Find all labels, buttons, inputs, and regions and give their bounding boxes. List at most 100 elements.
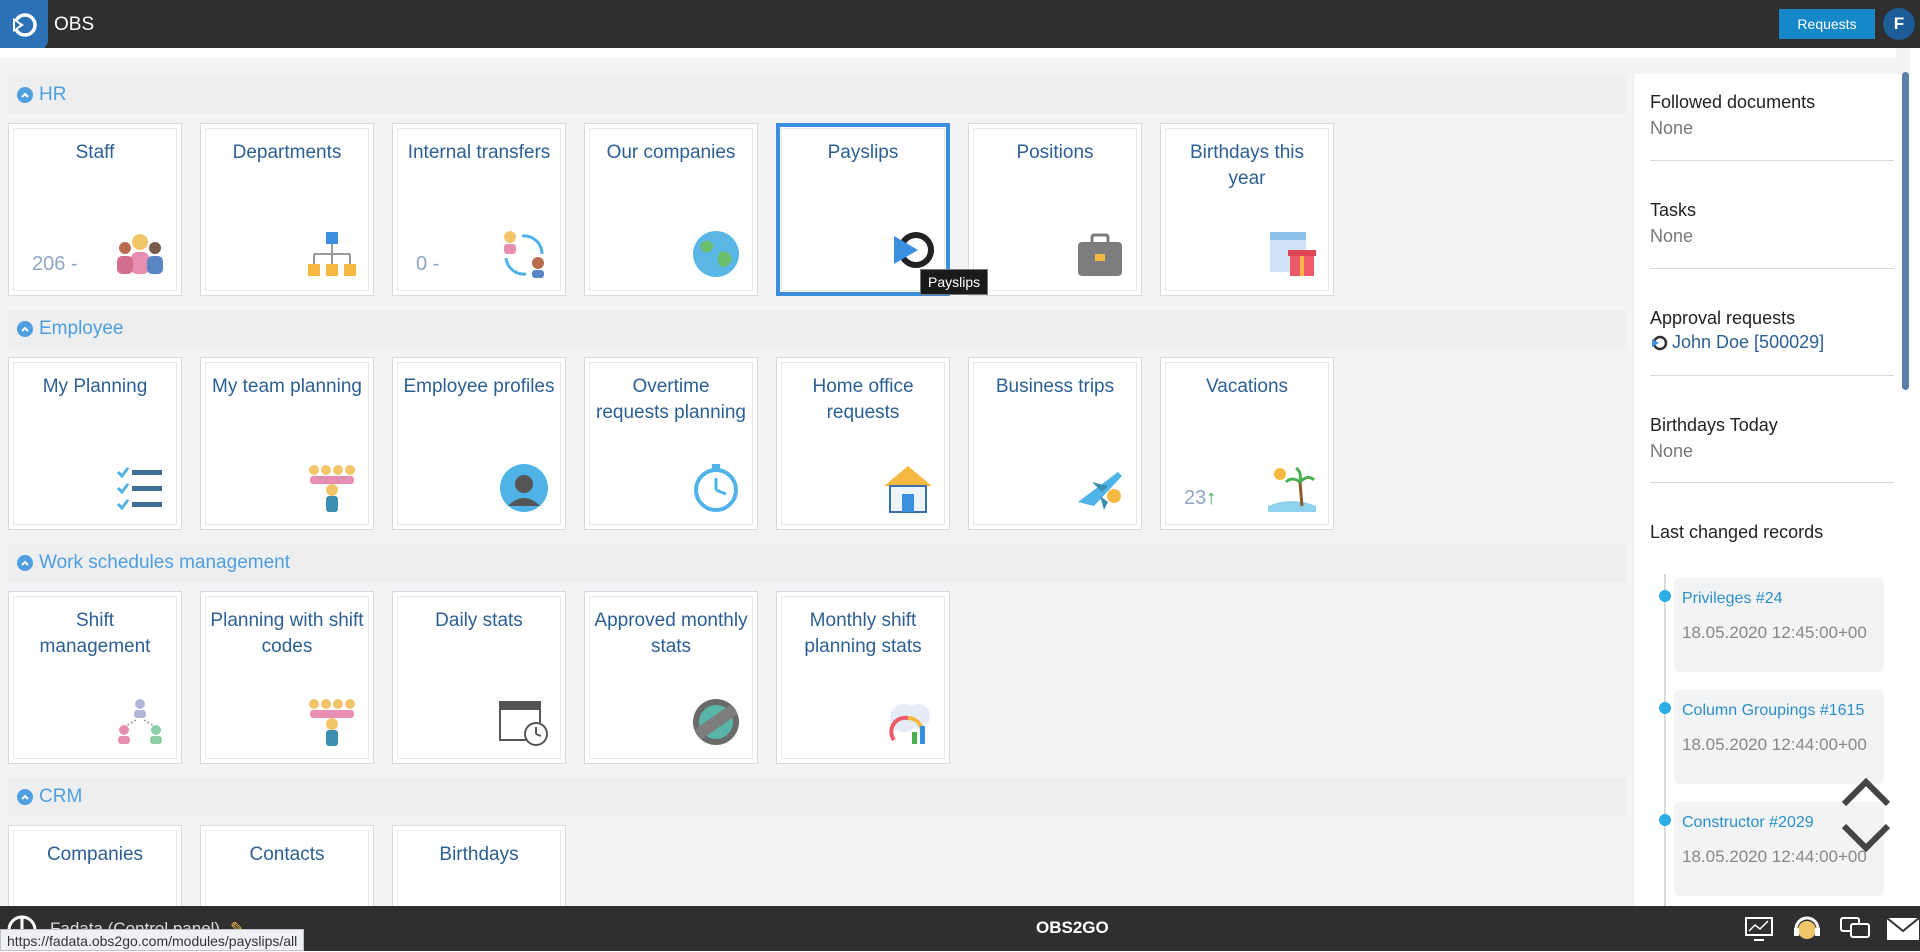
chart-cloud-icon: [889, 704, 930, 744]
tile-contacts[interactable]: Contacts: [200, 825, 374, 906]
divider: [1650, 482, 1894, 483]
section-header-work-schedules[interactable]: Work schedules management: [8, 544, 1626, 582]
tile-label: Payslips: [827, 142, 899, 163]
support-headset-icon[interactable]: [1790, 913, 1824, 945]
app-logo-icon[interactable]: [0, 0, 48, 50]
record-link[interactable]: Privileges #24: [1682, 590, 1783, 608]
user-avatar[interactable]: F: [1883, 8, 1915, 40]
tile-label: Overtime requests planning: [596, 376, 746, 423]
tile-label: Home office requests: [812, 376, 914, 423]
team-icon: [309, 699, 355, 746]
tile-count: 206 -: [32, 253, 78, 275]
tile-label: Companies: [46, 844, 144, 865]
people-group-icon: [117, 234, 163, 274]
approved-stamp-icon: [693, 699, 739, 745]
tile-my-team-planning[interactable]: My team planning: [200, 357, 374, 530]
org-chart-icon: [308, 232, 356, 276]
tile-label: Staff: [75, 142, 115, 163]
section-header-employee[interactable]: Employee: [8, 310, 1626, 348]
approval-request-link[interactable]: John Doe [500029]: [1650, 332, 1824, 353]
section-title: Employee: [39, 318, 124, 339]
approval-request-name: John Doe [500029]: [1672, 332, 1825, 352]
followed-documents-title: Followed documents: [1650, 92, 1816, 112]
monitor-icon[interactable]: [1742, 913, 1776, 945]
user-profile-icon: [500, 464, 548, 512]
tile-vacations[interactable]: Vacations 23↑: [1160, 357, 1334, 530]
timeline-dot: [1659, 590, 1671, 602]
section-title: CRM: [39, 786, 83, 807]
section-title: Work schedules management: [39, 552, 290, 573]
chevron-up-icon: [17, 789, 33, 805]
tile-birthdays-this-year[interactable]: Birthdays this year: [1160, 123, 1334, 296]
timeline-dot: [1659, 814, 1671, 826]
scroll-up-icon[interactable]: [1840, 774, 1892, 810]
tile-business-trips[interactable]: Business trips: [968, 357, 1142, 530]
vacations-count: 23: [1184, 487, 1207, 509]
tile-label: Contacts: [249, 844, 325, 865]
divider: [1650, 268, 1894, 269]
tile-label: Internal transfers: [407, 142, 551, 163]
tile-label: Business trips: [995, 376, 1115, 397]
section-title: HR: [39, 84, 67, 105]
tile-count: 23↑: [1184, 487, 1216, 510]
briefcase-icon: [1078, 233, 1122, 276]
tile-birthdays[interactable]: Birthdays: [392, 825, 566, 906]
tooltip: Payslips: [920, 269, 989, 295]
spinner-icon: [1652, 335, 1668, 350]
tile-planning-with-shift-codes[interactable]: Planning with shift codes: [200, 591, 374, 764]
tile-label: Our companies: [606, 142, 736, 163]
tasks-value: None: [1650, 226, 1694, 246]
calendar-gift-icon: [1270, 232, 1316, 276]
footer-title: OBS2GO: [1036, 918, 1109, 937]
birthdays-today-value: None: [1650, 441, 1694, 461]
tile-label: Daily stats: [435, 610, 523, 631]
tile-departments[interactable]: Departments: [200, 123, 374, 296]
tile-home-office-requests[interactable]: Home office requests: [776, 357, 950, 530]
record-link[interactable]: Column Groupings #1615: [1682, 702, 1864, 720]
tile-overtime-requests-planning[interactable]: Overtime requests planning: [584, 357, 758, 530]
tile-label: Approved monthly stats: [594, 610, 748, 657]
tile-label: Shift management: [39, 610, 151, 657]
tile-our-companies[interactable]: Our companies: [584, 123, 758, 296]
mail-icon[interactable]: [1886, 913, 1920, 945]
tile-shift-management[interactable]: Shift management: [8, 591, 182, 764]
last-changed-item[interactable]: Privileges #24 18.05.2020 12:45:00+00: [1674, 578, 1884, 672]
tile-companies[interactable]: Companies: [8, 825, 182, 906]
scroll-down-icon[interactable]: [1840, 820, 1892, 856]
section-header-hr[interactable]: HR: [8, 76, 1626, 114]
tile-label: Monthly shift planning stats: [804, 610, 922, 657]
checklist-icon: [116, 467, 162, 511]
tile-staff[interactable]: Staff 206 -: [8, 123, 182, 296]
timeline-line: [1664, 574, 1666, 906]
requests-button[interactable]: Requests: [1779, 9, 1875, 39]
tile-monthly-shift-planning-stats[interactable]: Monthly shift planning stats: [776, 591, 950, 764]
transfer-icon: [504, 231, 544, 278]
tile-daily-stats[interactable]: Daily stats: [392, 591, 566, 764]
header-strip: [0, 48, 1910, 64]
tile-positions[interactable]: Positions: [968, 123, 1142, 296]
tile-label: Birthdays this year: [1189, 142, 1305, 189]
tile-internal-transfers[interactable]: Internal transfers 0 -: [392, 123, 566, 296]
record-time: 18.05.2020 12:44:00+00: [1682, 735, 1867, 754]
footer-icons: [1742, 913, 1920, 945]
globe-icon: [693, 231, 739, 277]
approval-requests-title: Approval requests: [1650, 308, 1796, 328]
followed-documents-value: None: [1650, 118, 1694, 138]
tile-my-planning[interactable]: My Planning: [8, 357, 182, 530]
last-changed-item[interactable]: Column Groupings #1615 18.05.2020 12:44:…: [1674, 690, 1884, 784]
right-panel-scrollbar[interactable]: [1902, 72, 1909, 390]
tile-label: Vacations: [1205, 376, 1289, 397]
tile-employee-profiles[interactable]: Employee profiles: [392, 357, 566, 530]
tile-label: Planning with shift codes: [210, 610, 364, 657]
record-link[interactable]: Constructor #2029: [1682, 814, 1814, 832]
timeline-dot: [1659, 702, 1671, 714]
tile-label: Departments: [232, 142, 342, 163]
house-icon: [884, 466, 932, 513]
chevron-up-icon: [17, 87, 33, 103]
calendar-clock-icon: [499, 701, 548, 746]
section-header-crm[interactable]: CRM: [8, 778, 1626, 816]
chat-icon[interactable]: [1838, 913, 1872, 945]
tile-approved-monthly-stats[interactable]: Approved monthly stats: [584, 591, 758, 764]
top-bar: OBS Requests F: [0, 0, 1920, 50]
tile-label: Employee profiles: [403, 376, 555, 397]
